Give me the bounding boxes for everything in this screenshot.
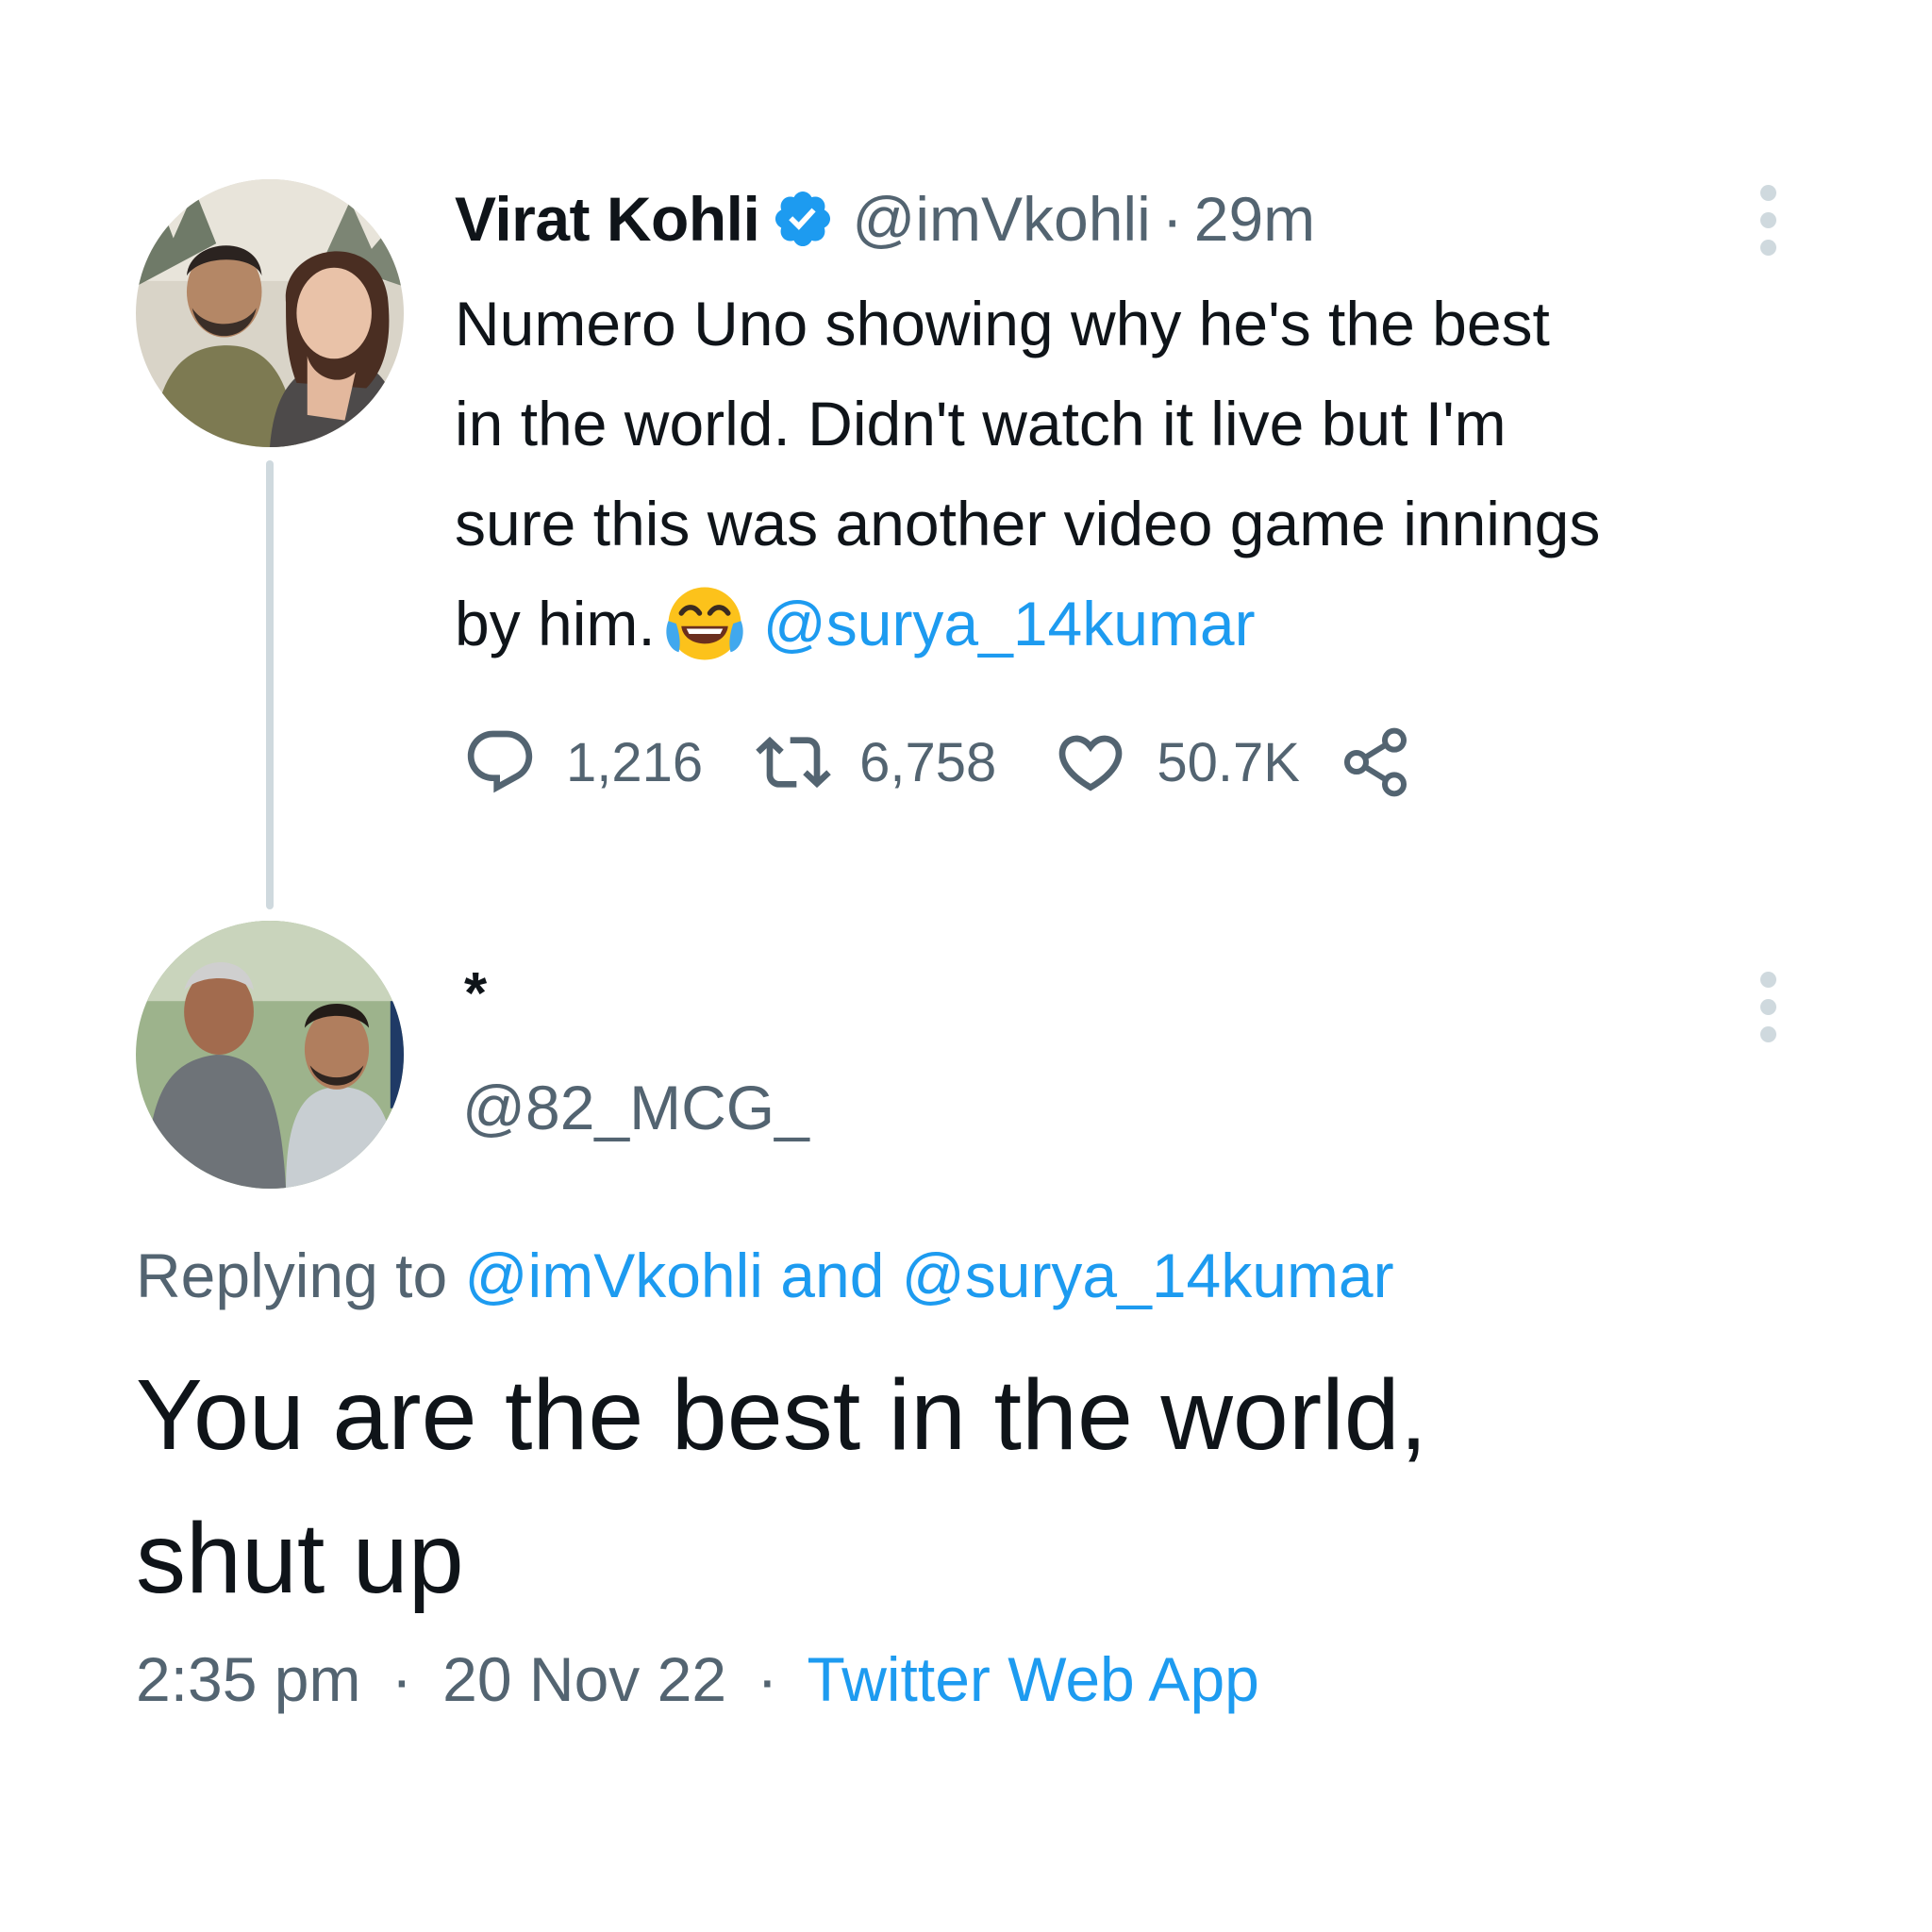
tweet-source-link[interactable]: Twitter Web App	[808, 1644, 1259, 1714]
tweet-text-line: Numero Uno showing why he's the best	[455, 289, 1550, 358]
tweet-timestamp[interactable]: 29m	[1194, 183, 1315, 255]
replying-to-label: Replying to	[136, 1241, 448, 1310]
author-name[interactable]: Virat Kohli	[455, 183, 760, 255]
verified-badge-icon	[775, 191, 831, 247]
tweet-actions-bar: 1,216 6,758 50.7K	[462, 724, 1413, 800]
tweet-header: Virat Kohli @imVkohli · 29m	[455, 181, 1315, 257]
share-icon	[1343, 727, 1407, 797]
reply-date[interactable]: 20 Nov 22	[442, 1644, 726, 1714]
like-button[interactable]: 50.7K	[1053, 724, 1300, 800]
reply-button[interactable]: 1,216	[462, 724, 703, 800]
reply-author-name[interactable]: *	[464, 960, 487, 1027]
retweet-count: 6,758	[859, 731, 997, 793]
reply-time[interactable]: 2:35 pm	[136, 1644, 360, 1714]
retweet-icon	[756, 736, 831, 789]
more-options-icon[interactable]	[1757, 185, 1779, 256]
like-count: 50.7K	[1157, 731, 1300, 793]
tweet-text-prefix: by him.	[455, 589, 656, 658]
meta-separator: ·	[391, 1644, 412, 1714]
virat-kohli-avatar[interactable]	[136, 179, 404, 447]
tweet-meta: 2:35 pm · 20 Nov 22 · Twitter Web App	[136, 1643, 1259, 1715]
thread-connector-line	[266, 460, 274, 909]
tweet-text-line: in the world. Didn't watch it live but I…	[455, 389, 1507, 458]
tweet-text: Numero Uno showing why he's the best in …	[455, 274, 1851, 674]
reply-text-line: You are the best in the world,	[136, 1359, 1428, 1471]
author-handle[interactable]: @imVkohli	[852, 183, 1150, 255]
reply-count: 1,216	[566, 731, 704, 793]
heart-icon	[1058, 735, 1123, 791]
face-with-tears-of-joy-icon	[666, 587, 743, 660]
mention-link[interactable]: @surya_14kumar	[763, 589, 1256, 658]
replying-to-line: Replying to @imVkohli and @surya_14kumar	[136, 1240, 1394, 1311]
reply-text-line: shut up	[136, 1503, 464, 1614]
tweet-text-last-line: by him. @surya_14kumar	[455, 574, 1851, 674]
more-options-icon[interactable]	[1757, 972, 1779, 1042]
reply-icon	[467, 730, 533, 793]
header-separator: ·	[1161, 184, 1183, 254]
replying-to-mentions[interactable]: @imVkohli and @surya_14kumar	[465, 1241, 1394, 1310]
tweet-text-line: sure this was another video game innings	[455, 489, 1601, 558]
retweet-button[interactable]: 6,758	[756, 724, 996, 800]
reply-author-avatar[interactable]	[136, 921, 404, 1189]
meta-separator: ·	[757, 1644, 778, 1714]
reply-tweet-text: You are the best in the world, shut up	[136, 1343, 1834, 1630]
share-button[interactable]	[1338, 724, 1413, 800]
reply-author-handle[interactable]: @82_MCG_	[462, 1072, 809, 1143]
